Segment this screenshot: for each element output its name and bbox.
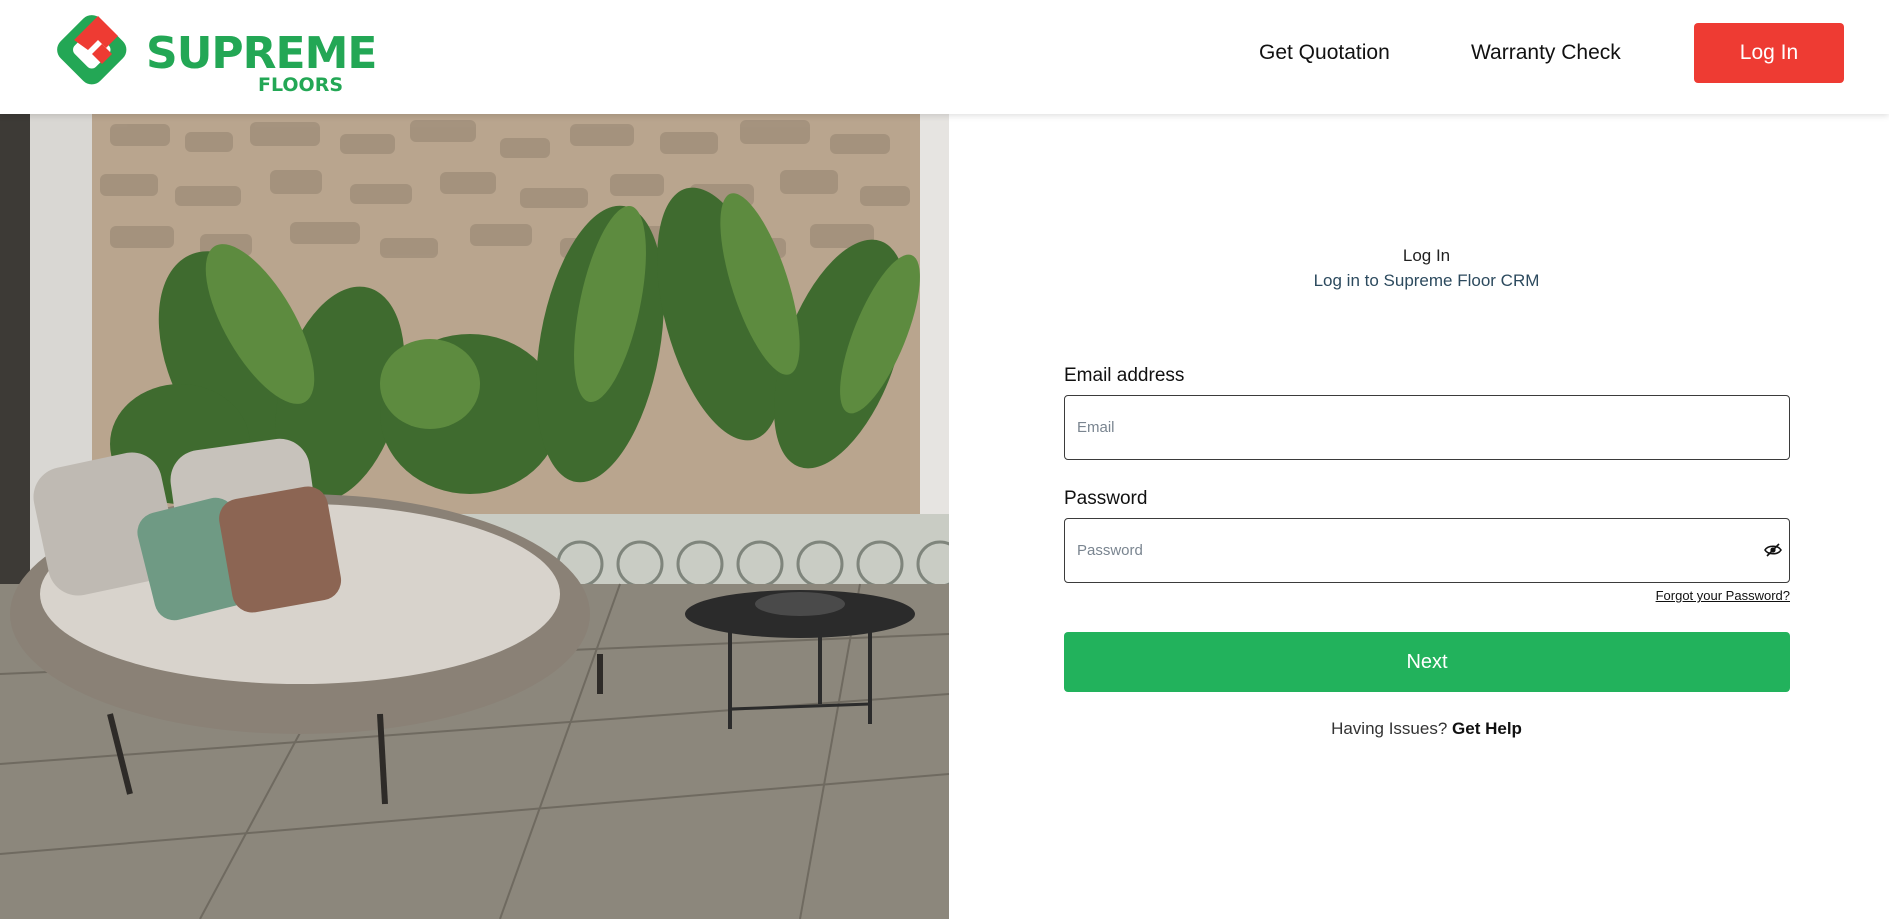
nav-warranty-check[interactable]: Warranty Check (1471, 40, 1621, 66)
top-header: SUPREME FLOORS Get Quotation Warranty Ch… (0, 0, 1889, 114)
password-field[interactable] (1064, 518, 1790, 583)
hero-image (0, 114, 949, 919)
logo-word-floors: FLOORS (258, 74, 344, 96)
outdoor-lounge-scene-image (0, 114, 949, 919)
header-login-button[interactable]: Log In (1694, 23, 1844, 83)
login-title: Log In (1402, 246, 1451, 265)
logo-word-supreme: SUPREME (146, 28, 377, 79)
nav-get-quotation[interactable]: Get Quotation (1259, 40, 1390, 66)
forgot-password-link[interactable]: Forgot your Password? (1600, 588, 1790, 603)
help-line: Having Issues? Get Help (949, 719, 1889, 739)
login-subtitle: Log in to Supreme Floor CRM (1313, 271, 1540, 290)
password-label: Password (1064, 488, 1148, 509)
email-field[interactable] (1064, 395, 1790, 460)
eye-slash-icon[interactable] (1764, 542, 1782, 558)
logo-mark-icon (57, 15, 127, 85)
help-prefix: Having Issues? (1331, 719, 1448, 738)
get-help-link[interactable]: Get Help (1452, 719, 1522, 738)
email-label: Email address (1064, 365, 1185, 386)
brand-logo[interactable]: SUPREME FLOORS (54, 10, 377, 96)
next-button[interactable]: Next (1064, 632, 1790, 692)
